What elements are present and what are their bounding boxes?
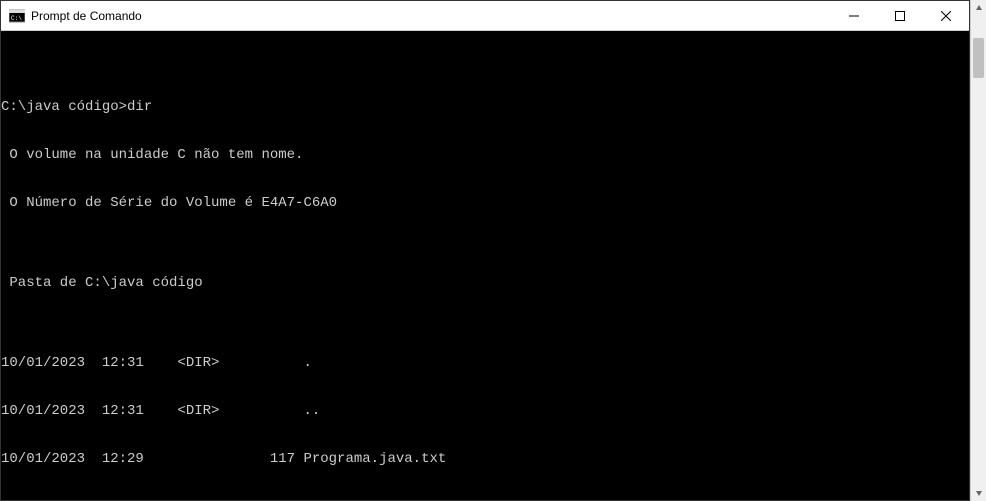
terminal-line: O Número de Série do Volume é E4A7-C6A0 bbox=[1, 195, 969, 211]
terminal-line: 10/01/2023 12:31 <DIR> . bbox=[1, 355, 969, 371]
scroll-up-icon[interactable] bbox=[971, 0, 986, 16]
cmd-icon: C:\ bbox=[9, 8, 25, 24]
terminal-output[interactable]: C:\java código>dir O volume na unidade C… bbox=[1, 31, 969, 500]
terminal-line: C:\java código>dir bbox=[1, 99, 969, 115]
terminal-line: Pasta de C:\java código bbox=[1, 275, 969, 291]
close-button[interactable] bbox=[923, 1, 969, 30]
terminal-line: 10/01/2023 12:31 <DIR> .. bbox=[1, 403, 969, 419]
window-title: Prompt de Comando bbox=[31, 9, 831, 23]
command-prompt-window: C:\ Prompt de Comando C:\java código>dir… bbox=[0, 0, 970, 501]
page-scrollbar[interactable] bbox=[970, 0, 986, 501]
scroll-track[interactable] bbox=[971, 16, 986, 485]
maximize-button[interactable] bbox=[877, 1, 923, 30]
scroll-down-icon[interactable] bbox=[971, 485, 986, 501]
terminal-line: O volume na unidade C não tem nome. bbox=[1, 147, 969, 163]
terminal-line: 1 arquivo(s) 117 bytes bbox=[1, 499, 969, 500]
svg-text:C:\: C:\ bbox=[11, 15, 22, 22]
titlebar[interactable]: C:\ Prompt de Comando bbox=[1, 1, 969, 31]
scroll-thumb[interactable] bbox=[973, 38, 984, 78]
window-controls bbox=[831, 1, 969, 30]
terminal-line: 10/01/2023 12:29 117 Programa.java.txt bbox=[1, 451, 969, 467]
minimize-button[interactable] bbox=[831, 1, 877, 30]
